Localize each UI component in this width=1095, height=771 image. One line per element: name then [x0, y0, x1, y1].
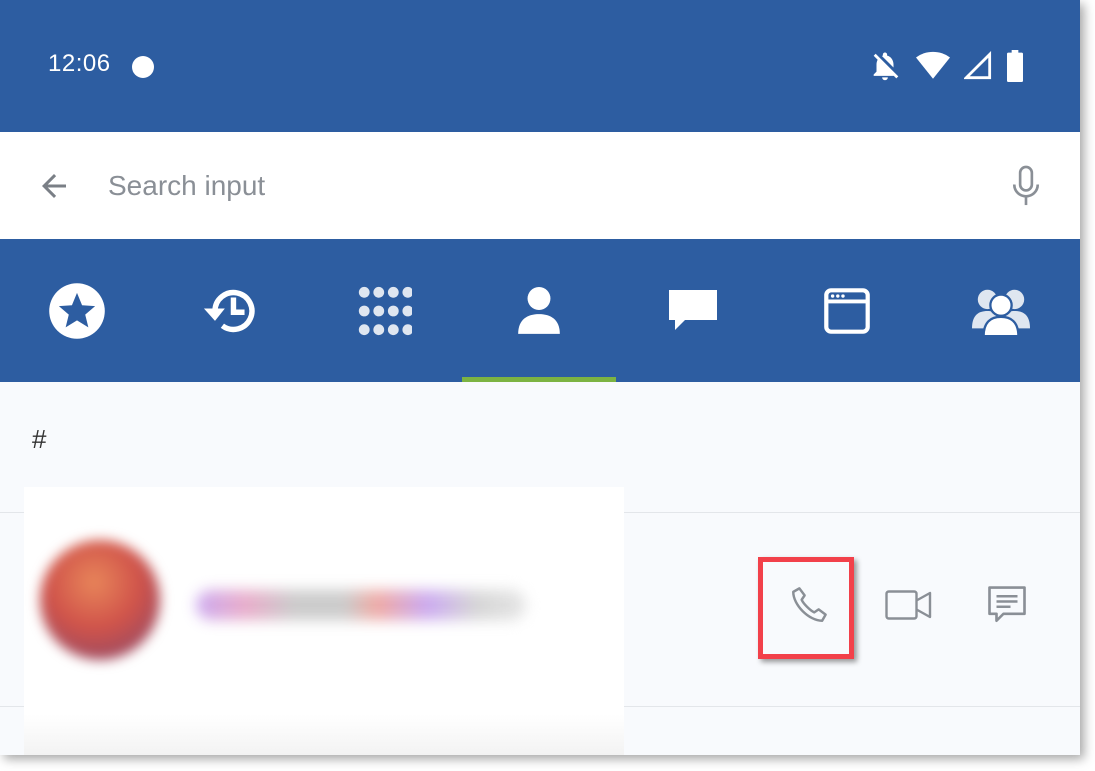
phone-screen: 12:06 Search input #	[0, 0, 1080, 755]
history-icon	[203, 289, 255, 332]
tab-dialpad[interactable]	[308, 239, 462, 382]
group-icon	[972, 289, 1030, 337]
video-icon	[885, 590, 932, 620]
dialpad-icon	[358, 286, 412, 335]
search-input[interactable]: Search input	[108, 170, 265, 202]
section-letter: #	[32, 424, 47, 454]
back-arrow-icon[interactable]	[34, 168, 74, 204]
tab-chat[interactable]	[616, 239, 770, 382]
tab-bar	[0, 239, 1080, 382]
tab-contacts[interactable]	[462, 239, 616, 382]
chat-icon	[669, 289, 717, 330]
star-icon	[49, 282, 105, 339]
signal-icon	[964, 51, 992, 80]
tab-favorites[interactable]	[0, 239, 154, 382]
contact-name[interactable]	[196, 590, 526, 620]
avatar[interactable]	[40, 540, 160, 660]
notification-dot-icon	[132, 56, 154, 78]
wifi-icon	[916, 51, 950, 79]
mic-icon[interactable]	[1008, 164, 1044, 208]
message-icon	[988, 586, 1026, 623]
status-icons	[868, 48, 1024, 84]
contact-icon	[518, 286, 560, 334]
tab-history[interactable]	[154, 239, 308, 382]
status-time: 12:06	[48, 50, 111, 77]
message-button[interactable]	[984, 582, 1030, 628]
browser-icon	[824, 287, 870, 334]
call-button-highlight	[758, 557, 854, 659]
video-call-button[interactable]	[884, 582, 934, 628]
tab-groups[interactable]	[924, 239, 1078, 382]
status-bar: 12:06	[0, 0, 1080, 132]
battery-icon	[1007, 50, 1023, 82]
tab-browser[interactable]	[770, 239, 924, 382]
bell-off-icon	[873, 52, 899, 81]
